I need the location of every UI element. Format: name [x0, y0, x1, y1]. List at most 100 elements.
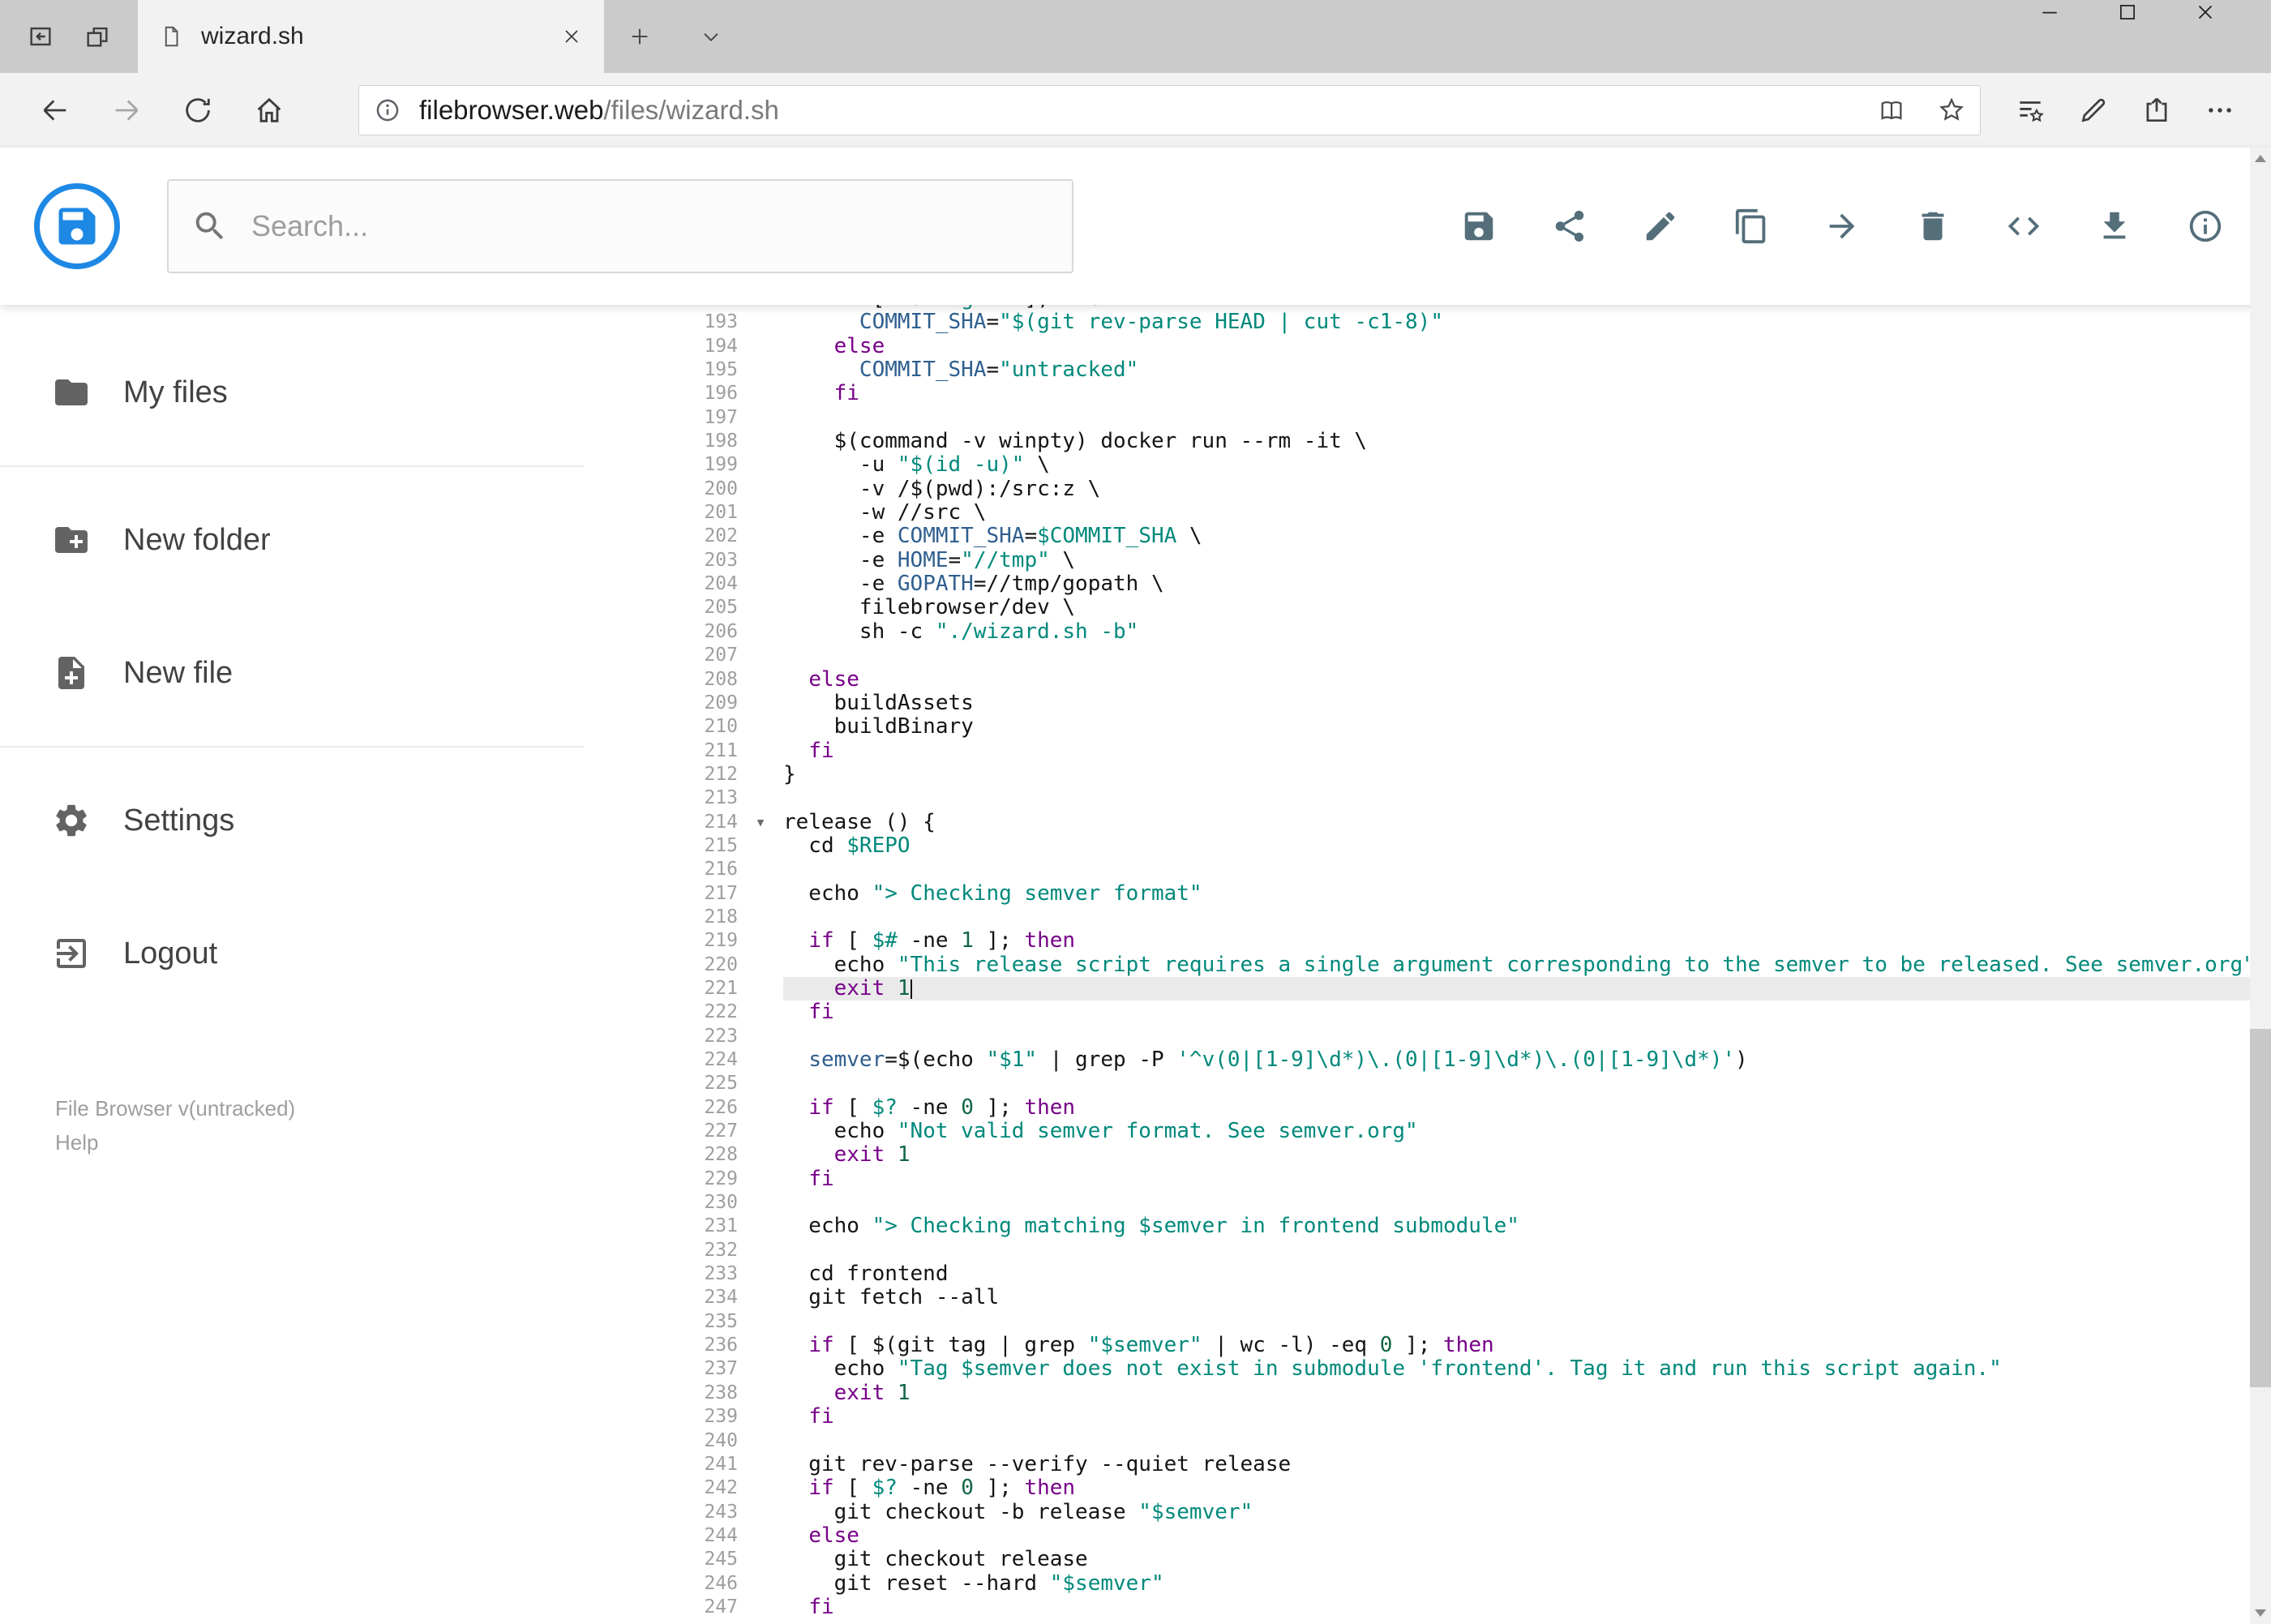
- minimize-window-button[interactable]: [2037, 0, 2115, 73]
- code-line-body[interactable]: -e GOPATH=//tmp/gopath \: [783, 572, 2271, 596]
- reading-view-button[interactable]: [1878, 96, 1905, 124]
- tab-preview-toggle-button[interactable]: [675, 0, 747, 73]
- code-line-body[interactable]: -e HOME="//tmp" \: [783, 548, 2271, 572]
- share-arrow-button[interactable]: [2125, 79, 2188, 141]
- code-line-body[interactable]: [783, 906, 2271, 929]
- home-button[interactable]: [234, 79, 305, 141]
- maximize-window-button[interactable]: [2115, 0, 2193, 73]
- tabs-preview-button[interactable]: [84, 23, 111, 50]
- code-line-body[interactable]: if [ $? -ne 0 ]; then: [783, 1095, 2271, 1120]
- sidebar-item-my-files[interactable]: My files: [0, 326, 600, 459]
- search-input[interactable]: Search...: [167, 179, 1073, 273]
- code-line-body[interactable]: [783, 858, 2271, 881]
- help-link[interactable]: Help: [55, 1125, 600, 1159]
- code-line-body[interactable]: exit 1: [783, 1143, 2271, 1167]
- code-line-body[interactable]: cd frontend: [783, 1262, 2271, 1286]
- code-line-body[interactable]: [783, 1072, 2271, 1095]
- code-line-body[interactable]: -e COMMIT_SHA=$COMMIT_SHA \: [783, 525, 2271, 549]
- code-line-body[interactable]: -v /$(pwd):/src:z \: [783, 477, 2271, 501]
- arrow-back-button[interactable]: [19, 79, 91, 141]
- code-line-body[interactable]: echo "Tag $semver does not exist in subm…: [783, 1357, 2271, 1382]
- code-line-body[interactable]: git checkout -b release "$semver": [783, 1500, 2271, 1524]
- code-line-body[interactable]: [783, 644, 2271, 667]
- scrollbar-thumb[interactable]: [2250, 1029, 2271, 1387]
- site-info-icon[interactable]: [374, 96, 401, 124]
- arrow-forward-button[interactable]: [91, 79, 162, 141]
- page-scrollbar[interactable]: [2250, 148, 2271, 1624]
- code-line-body[interactable]: exit 1: [783, 1381, 2271, 1405]
- scrollbar-track[interactable]: [2250, 169, 2271, 1602]
- set-tabs-aside-button[interactable]: [27, 23, 54, 50]
- tab-close-icon[interactable]: [560, 25, 583, 48]
- sidebar-item-settings[interactable]: Settings: [0, 754, 600, 887]
- url-field[interactable]: filebrowser.web/files/wizard.sh: [358, 85, 1981, 135]
- code-line-body[interactable]: fi: [783, 1595, 2271, 1619]
- code-line-body[interactable]: else: [783, 334, 2271, 358]
- code-line-body[interactable]: -w //src \: [783, 500, 2271, 525]
- delete-button[interactable]: [1914, 208, 1952, 245]
- code-line-body[interactable]: if [ $(git tag | grep "$semver" | wc -l)…: [783, 1333, 2271, 1357]
- dots-button[interactable]: [2188, 79, 2252, 141]
- code-editor[interactable]: 192 if [ -d ".git" ]; then193 COMMIT_SHA…: [600, 305, 2271, 1624]
- tab-wizard-sh[interactable]: wizard.sh: [138, 0, 604, 73]
- scroll-up-arrow-icon[interactable]: [2255, 155, 2266, 162]
- sidebar-item-new-file[interactable]: New file: [0, 606, 600, 739]
- edit-button[interactable]: [1642, 208, 1679, 245]
- code-line-body[interactable]: fi: [783, 1001, 2271, 1024]
- code-line-body[interactable]: else: [783, 1523, 2271, 1548]
- code-line-body[interactable]: $(command -v winpty) docker run --rm -it…: [783, 429, 2271, 453]
- code-line-body[interactable]: sh -c "./wizard.sh -b": [783, 619, 2271, 644]
- code-line-body[interactable]: COMMIT_SHA="untracked": [783, 358, 2271, 382]
- code-line-body[interactable]: if [ $# -ne 1 ]; then: [783, 928, 2271, 953]
- code-line-body[interactable]: else: [783, 667, 2271, 692]
- code-line-body[interactable]: COMMIT_SHA="$(git rev-parse HEAD | cut -…: [783, 310, 2271, 334]
- code-line-body[interactable]: echo "Not valid semver format. See semve…: [783, 1119, 2271, 1143]
- code-line-body[interactable]: filebrowser/dev \: [783, 596, 2271, 620]
- code-line-body[interactable]: -u "$(id -u)" \: [783, 453, 2271, 478]
- sidebar-item-logout[interactable]: Logout: [0, 887, 600, 1020]
- code-line-body[interactable]: [783, 1025, 2271, 1048]
- code-line-body[interactable]: fi: [783, 1404, 2271, 1429]
- code-line-body[interactable]: [783, 406, 2271, 430]
- close-window-button[interactable]: [2193, 0, 2271, 73]
- hub-button[interactable]: [1999, 79, 2062, 141]
- code-line-body[interactable]: git checkout release: [783, 1547, 2271, 1571]
- code-line-body[interactable]: git fetch --all: [783, 1286, 2271, 1310]
- copy-button[interactable]: [1733, 208, 1770, 245]
- code-line-body[interactable]: fi: [783, 739, 2271, 763]
- code-line-body[interactable]: fi: [783, 382, 2271, 405]
- sidebar-item-new-folder[interactable]: New folder: [0, 473, 600, 606]
- code-line-body[interactable]: buildBinary: [783, 714, 2271, 739]
- code-line-body[interactable]: [783, 1239, 2271, 1262]
- code-line-body[interactable]: [783, 1429, 2271, 1453]
- fold-arrow-icon[interactable]: ▾: [738, 811, 783, 834]
- code-line-body[interactable]: echo "> Checking matching $semver in fro…: [783, 1215, 2271, 1239]
- refresh-button[interactable]: [162, 79, 234, 141]
- code-line-body[interactable]: buildAssets: [783, 691, 2271, 715]
- code-line-body[interactable]: [783, 1191, 2271, 1215]
- move-button[interactable]: [1823, 208, 1861, 245]
- code-line-body[interactable]: release () {: [783, 810, 2271, 834]
- download-button[interactable]: [2096, 208, 2133, 245]
- code-line-body[interactable]: }: [783, 762, 2271, 786]
- save-button[interactable]: [1460, 208, 1498, 245]
- scroll-down-arrow-icon[interactable]: [2255, 1609, 2266, 1617]
- code-line-body[interactable]: if [ $? -ne 0 ]; then: [783, 1476, 2271, 1500]
- code-line-body[interactable]: cd $REPO: [783, 833, 2271, 858]
- star-button[interactable]: [1938, 96, 1965, 124]
- code-line-body[interactable]: fi: [783, 1167, 2271, 1191]
- code-line-219: 219 if [ $# -ne 1 ]; then: [600, 928, 2271, 953]
- code-line-body[interactable]: semver=$(echo "$1" | grep -P '^v(0|[1-9]…: [783, 1048, 2271, 1072]
- code-button[interactable]: [2005, 208, 2042, 245]
- code-line-body[interactable]: [783, 786, 2271, 810]
- new-tab-button[interactable]: [604, 0, 675, 73]
- code-line-body[interactable]: echo "This release script requires a sin…: [783, 953, 2271, 977]
- info-button[interactable]: [2187, 208, 2224, 245]
- code-line-body[interactable]: exit 1: [783, 976, 2271, 1001]
- code-line-body[interactable]: [783, 1310, 2271, 1334]
- code-line-body[interactable]: git rev-parse --verify --quiet release: [783, 1452, 2271, 1476]
- share-button[interactable]: [1551, 208, 1588, 245]
- pen-button[interactable]: [2062, 79, 2125, 141]
- code-line-body[interactable]: git reset --hard "$semver": [783, 1571, 2271, 1596]
- code-line-body[interactable]: echo "> Checking semver format": [783, 881, 2271, 906]
